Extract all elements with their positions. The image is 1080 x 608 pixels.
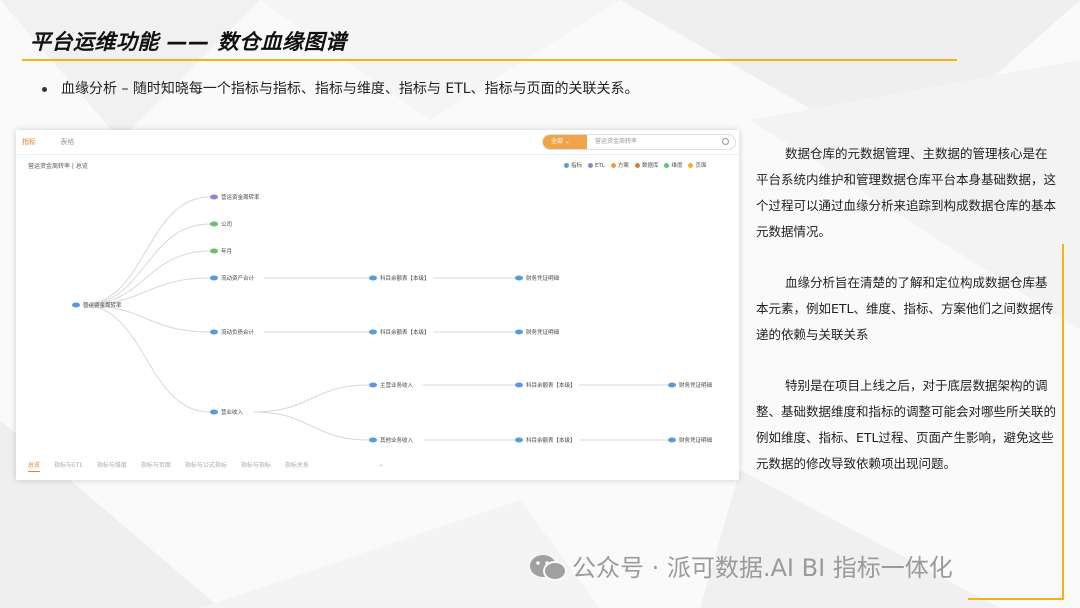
bullet-point: 血缘分析 – 随时知晓每一个指标与指标、指标与维度、指标与 ETL、指标与页面的… [42, 78, 639, 98]
lineage-node-label[interactable]: 财务凭证明细 [679, 436, 713, 444]
lineage-node-icon[interactable] [668, 382, 676, 388]
lineage-node-icon[interactable] [72, 302, 80, 308]
lineage-node-label[interactable]: 营业收入 [221, 408, 244, 416]
watermark-text: 公众号 · 派可数据.AI BI 指标一体化 [572, 554, 953, 582]
lineage-edge [81, 304, 211, 413]
lineage-app-screenshot: 指标 表格 全部 ⌄ 营运资金周转率 营运资金周转率 | 总览 指标 ETL 方案数… [16, 130, 739, 480]
lineage-node-label[interactable]: 财务凭证明细 [526, 274, 560, 282]
lineage-node-icon[interactable] [515, 382, 523, 388]
lineage-graph: 营运资金周转率营运资金周转率公司年月流动资产合计流动负债合计营业收入科目余额表【… [72, 193, 713, 444]
lineage-node-icon[interactable] [210, 194, 218, 200]
lineage-node-icon[interactable] [210, 248, 218, 254]
lineage-node-icon[interactable] [515, 437, 523, 443]
collapse-icon[interactable]: ^ [378, 464, 384, 472]
bottom-tab[interactable]: 指标与指标 [241, 462, 271, 469]
bottom-tab[interactable]: 指标关系 [285, 462, 309, 469]
lineage-edge [253, 411, 370, 441]
lineage-node-label[interactable]: 财务凭证明细 [526, 328, 560, 336]
side-paragraph-1: 数据仓库的元数据管理、主数据的管理核心是在平台系统内维护和管理数据仓库平台本身基… [756, 146, 1057, 239]
bottom-tab[interactable]: 指标与公式指标 [185, 462, 227, 469]
lineage-edge [81, 223, 211, 306]
bottom-tab[interactable]: 指标与页面 [141, 462, 171, 469]
lineage-node-label[interactable]: 流动资产合计 [221, 274, 255, 282]
lineage-node-label[interactable]: 营运资金周转率 [83, 301, 122, 309]
bullet-dot [42, 86, 47, 92]
lineage-node-icon[interactable] [515, 329, 523, 335]
lineage-node-icon[interactable] [369, 437, 377, 443]
lineage-node-label[interactable]: 年月 [221, 247, 232, 255]
lineage-node-label[interactable]: 营运资金周转率 [221, 193, 260, 201]
lineage-node-label[interactable]: 主营业务收入 [380, 381, 414, 389]
lineage-node-label[interactable]: 科目余额表【本级】 [380, 274, 430, 282]
lineage-node-icon[interactable] [369, 329, 377, 335]
lineage-node-icon[interactable] [369, 275, 377, 281]
bottom-tab[interactable]: 指标与维度 [97, 462, 127, 469]
side-paragraph-3: 特别是在项目上线之后，对于底层数据架构的调整、基础数据维度和指标的调整可能会对哪… [756, 378, 1057, 471]
title-underline [22, 59, 957, 61]
lineage-node-icon[interactable] [210, 221, 218, 227]
accent-horizontal-line [968, 598, 1064, 600]
slide-title: 平台运维功能 —— 数仓血缘图谱 [30, 30, 347, 54]
lineage-node-label[interactable]: 其他业务收入 [380, 436, 414, 444]
lineage-node-icon[interactable] [668, 437, 676, 443]
side-description: 数据仓库的元数据管理、主数据的管理核心是在平台系统内维护和管理数据仓库平台本身基… [756, 141, 1058, 502]
lineage-node-label[interactable]: 科目余额表【本级】 [526, 381, 576, 389]
lineage-node-label[interactable]: 公司 [221, 221, 232, 228]
lineage-node-label[interactable]: 科目余额表【本级】 [380, 328, 430, 336]
bottom-tab[interactable]: 指标与ETL [54, 462, 83, 469]
bottom-tab[interactable]: 总览 [28, 462, 41, 472]
lineage-node-icon[interactable] [515, 275, 523, 281]
lineage-node-icon[interactable] [210, 329, 218, 335]
bottom-tabs: 总览 指标与ETL 指标与维度 指标与页面 指标与公式指标 指标与指标 指标关系 [28, 460, 323, 472]
lineage-edge [81, 196, 211, 306]
bullet-text: 血缘分析 – 随时知晓每一个指标与指标、指标与维度、指标与 ETL、指标与页面的… [61, 81, 639, 97]
lineage-node-icon[interactable] [210, 409, 218, 415]
accent-vertical-line [1062, 244, 1064, 600]
lineage-edge [253, 384, 370, 413]
side-paragraph-2: 血缘分析旨在清楚的了解和定位构成数据仓库基本元素，例如ETL、维度、指标、方案他… [756, 275, 1054, 342]
lineage-node-label[interactable]: 流动负债合计 [221, 328, 255, 336]
lineage-edge [81, 250, 211, 306]
wechat-icon [530, 555, 567, 581]
lineage-node-icon[interactable] [210, 275, 218, 281]
lineage-node-label[interactable]: 科目余额表【本级】 [526, 436, 576, 444]
lineage-node-label[interactable]: 财务凭证明细 [679, 381, 713, 389]
lineage-node-icon[interactable] [369, 382, 377, 388]
